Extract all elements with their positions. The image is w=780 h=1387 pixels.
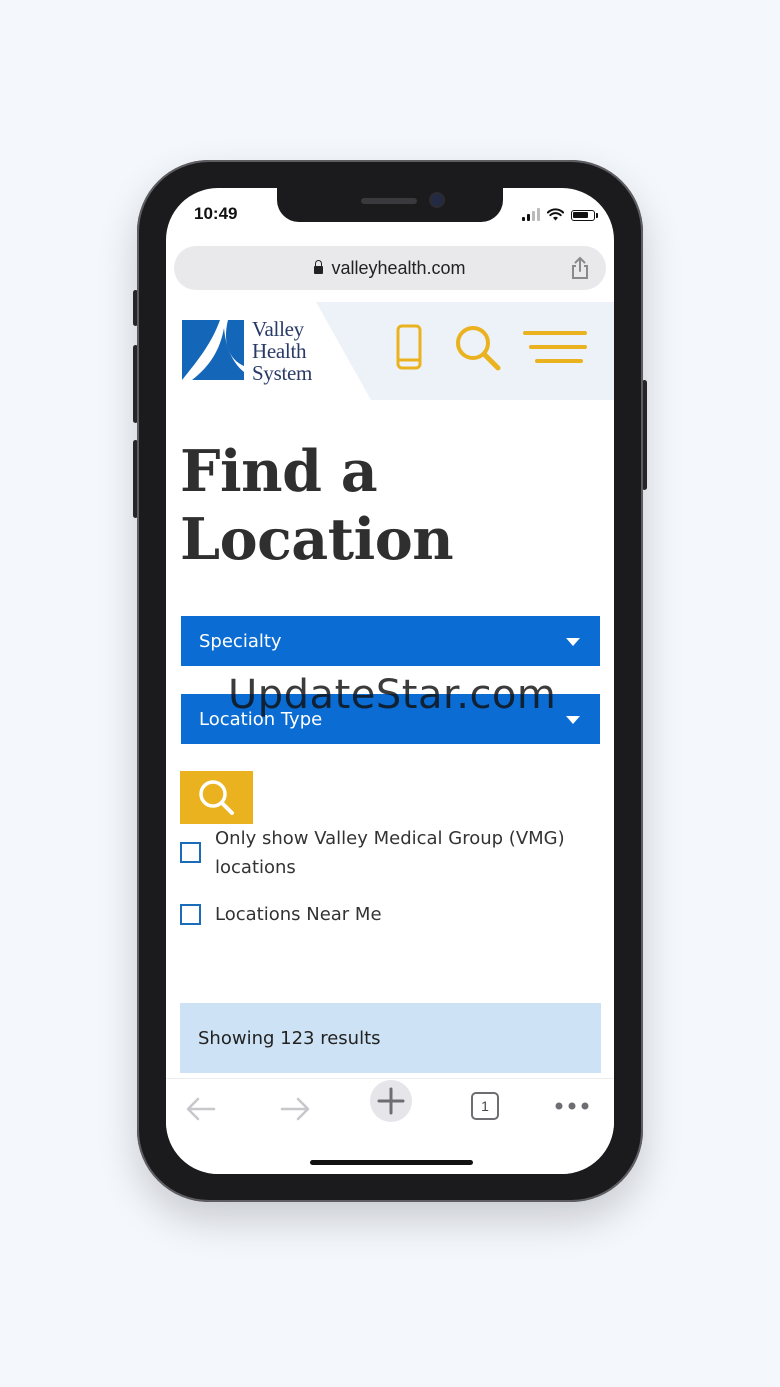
share-icon[interactable] bbox=[570, 256, 590, 280]
front-camera bbox=[431, 194, 443, 206]
forward-icon[interactable] bbox=[278, 1095, 312, 1123]
tab-count: 1 bbox=[481, 1098, 489, 1114]
watermark-text: UpdateStar.com bbox=[228, 672, 557, 718]
logo[interactable]: Valley Health System bbox=[166, 302, 371, 400]
logo-line-3: System bbox=[252, 361, 313, 385]
notch bbox=[277, 188, 503, 222]
search-icon bbox=[199, 780, 234, 815]
logo-line-2: Health bbox=[252, 339, 307, 363]
back-icon[interactable] bbox=[184, 1095, 218, 1123]
more-options-icon[interactable] bbox=[554, 1101, 590, 1111]
chevron-down-icon bbox=[566, 716, 580, 724]
battery-icon bbox=[571, 210, 595, 221]
near-me-checkbox-label: Locations Near Me bbox=[215, 904, 382, 925]
vmg-label-line-2: locations bbox=[215, 857, 296, 878]
results-count: Showing 123 results bbox=[180, 1003, 601, 1073]
lock-icon bbox=[314, 260, 324, 274]
search-icon[interactable] bbox=[454, 324, 502, 372]
near-me-checkbox-row[interactable]: Locations Near Me bbox=[180, 900, 382, 929]
tabs-button[interactable]: 1 bbox=[471, 1092, 499, 1120]
home-indicator bbox=[310, 1160, 473, 1165]
logo-text: Valley Health System bbox=[252, 318, 312, 384]
battery-tip bbox=[596, 213, 598, 218]
phone-icon[interactable] bbox=[396, 324, 422, 370]
logo-line-1: Valley bbox=[252, 317, 304, 341]
vmg-checkbox-label: Only show Valley Medical Group (VMG) loc… bbox=[215, 824, 565, 882]
near-me-checkbox[interactable] bbox=[180, 904, 201, 925]
page-title-line-2: Location bbox=[180, 506, 454, 573]
specialty-dropdown-label: Specialty bbox=[199, 630, 282, 652]
new-tab-icon[interactable] bbox=[369, 1079, 413, 1123]
page-title-line-1: Find a bbox=[180, 438, 378, 505]
vmg-checkbox-row[interactable]: Only show Valley Medical Group (VMG) loc… bbox=[180, 824, 565, 882]
menu-icon[interactable] bbox=[523, 330, 587, 366]
chevron-down-icon bbox=[566, 638, 580, 646]
address-bar[interactable]: valleyhealth.com bbox=[174, 246, 606, 290]
vmg-checkbox[interactable] bbox=[180, 842, 201, 863]
signal-icon bbox=[522, 208, 540, 221]
wifi-icon bbox=[547, 208, 564, 221]
vmg-label-line-1: Only show Valley Medical Group (VMG) bbox=[215, 828, 565, 849]
url-text: valleyhealth.com bbox=[331, 257, 466, 278]
logo-mark-icon bbox=[182, 320, 244, 380]
status-time: 10:49 bbox=[194, 204, 238, 223]
specialty-dropdown[interactable]: Specialty bbox=[181, 616, 600, 666]
status-icons bbox=[522, 208, 598, 221]
site-header: Valley Health System bbox=[166, 302, 614, 400]
speaker bbox=[361, 198, 417, 204]
search-button[interactable] bbox=[180, 771, 253, 824]
page-title: Find a Location bbox=[180, 438, 600, 574]
